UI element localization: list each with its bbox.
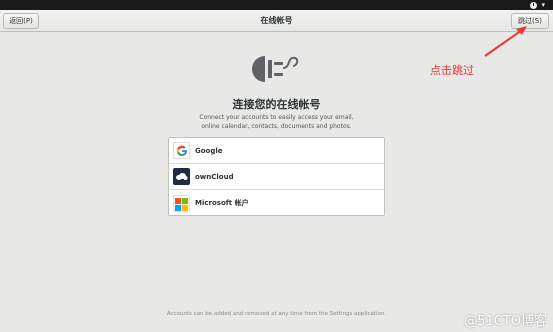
provider-owncloud[interactable]: ownCloud [169, 164, 384, 190]
watermark: @51CTO博客 [464, 314, 547, 329]
description: Connect your accounts to easily access y… [0, 113, 553, 131]
description-line-1: Connect your accounts to easily access y… [199, 114, 354, 121]
owncloud-icon [173, 168, 190, 185]
provider-google[interactable]: Google [169, 138, 384, 164]
provider-list: Google ownCloud Microsoft 帐户 [168, 137, 385, 216]
provider-label-owncloud: ownCloud [195, 172, 234, 181]
description-line-2: online calendar, contacts, documents and… [201, 123, 352, 130]
power-icon[interactable] [530, 1, 538, 9]
annotation-text: 点击跳过 [430, 64, 474, 77]
provider-microsoft[interactable]: Microsoft 帐户 [169, 190, 384, 216]
main-heading: 连接您的在线帐号 [232, 98, 321, 111]
provider-label-microsoft: Microsoft 帐户 [195, 199, 249, 207]
skip-button[interactable]: 跳过(S) [511, 13, 549, 29]
online-accounts-plug-icon [252, 56, 299, 82]
chevron-down-icon[interactable]: ▾ [541, 1, 545, 9]
google-icon [173, 142, 190, 159]
system-menu[interactable]: ▾ [530, 0, 545, 10]
microsoft-icon [173, 194, 190, 212]
provider-label-google: Google [195, 146, 223, 155]
header-bar: 返回(P) 在线帐号 跳过(S) [0, 10, 553, 32]
system-top-bar: ▾ [0, 0, 553, 10]
page-title: 在线帐号 [260, 16, 293, 25]
